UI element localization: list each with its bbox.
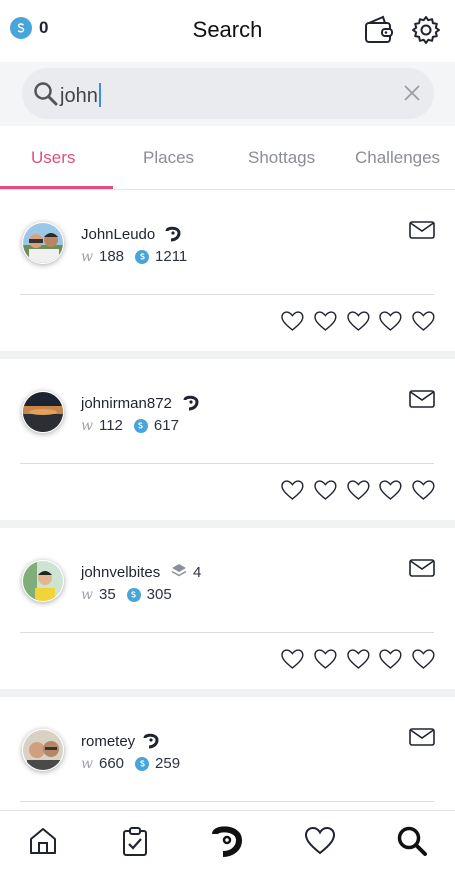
w-score: 35 [98,586,116,603]
active-tab-indicator [0,186,113,189]
user-results-list: JohnLeudo w 188 1211 johnirman872 w 112 … [0,190,455,858]
search-icon[interactable] [396,825,428,857]
avatar[interactable] [22,729,64,771]
rating-hearts [280,309,436,333]
coin-count: 1211 [155,248,188,265]
w-score-icon: w [81,248,93,265]
w-score-icon: w [81,417,93,434]
list-item[interactable]: johnirman872 w 112 617 [0,359,455,520]
coin-count: 259 [155,755,181,772]
wallet-icon[interactable] [363,14,395,46]
search-icon [34,82,58,106]
mail-icon[interactable] [409,221,435,239]
mail-icon[interactable] [409,390,435,408]
username[interactable]: JohnLeudo [81,226,155,243]
heart-icon[interactable] [346,647,371,671]
header: 0 Search [0,0,455,60]
text-cursor [98,83,101,107]
heart-icon[interactable] [280,647,305,671]
tab-challenges[interactable]: Challenges [355,148,440,168]
heart-icon[interactable] [313,309,338,333]
user-stats: w 35 305 [81,586,172,603]
shot-logo-icon [165,226,181,242]
coin-icon [135,756,150,771]
close-icon[interactable] [402,83,422,103]
rating-hearts [280,647,436,671]
heart-icon[interactable] [378,309,403,333]
home-icon[interactable] [27,825,59,857]
divider [20,632,434,633]
avatar[interactable] [22,391,64,433]
heart-icon[interactable] [378,647,403,671]
separator [0,520,455,528]
heart-icon[interactable] [411,647,436,671]
search-input-value: john [60,85,98,107]
avatar[interactable] [22,222,64,264]
divider [20,463,434,464]
shot-logo-icon [143,733,159,749]
heart-icon[interactable] [411,309,436,333]
heart-icon[interactable] [280,478,305,502]
coin-count: 305 [146,586,172,603]
heart-icon[interactable] [313,478,338,502]
coin-icon [135,249,150,264]
user-stats: w 660 259 [81,755,180,772]
clipboard-check-icon[interactable] [119,825,151,857]
bottom-nav [0,810,455,869]
username[interactable]: johnirman872 [81,395,172,412]
heart-icon[interactable] [313,647,338,671]
separator [0,689,455,697]
layers-icon [171,564,187,577]
list-item[interactable]: JohnLeudo w 188 1211 [0,190,455,351]
heart-icon[interactable] [411,478,436,502]
mail-icon[interactable] [409,559,435,577]
username[interactable]: rometey [81,733,135,750]
list-item[interactable]: johnvelbites 4 w 35 305 [0,528,455,689]
search-tabs: Users Places Shottags Challenges [0,126,455,190]
coin-icon [126,587,141,602]
divider [20,801,434,802]
divider [20,294,434,295]
search-input[interactable]: john [22,68,434,119]
w-score: 660 [98,755,125,772]
user-stats: w 188 1211 [81,248,187,265]
level-count: 4 [193,564,202,581]
mail-icon[interactable] [409,728,435,746]
coin-icon [133,418,148,433]
username[interactable]: johnvelbites [81,564,160,581]
w-score: 112 [98,417,123,434]
tab-places[interactable]: Places [143,148,194,168]
w-score: 188 [98,248,125,265]
coin-count: 617 [153,417,179,434]
rating-hearts [280,478,436,502]
separator [0,351,455,359]
avatar[interactable] [22,560,64,602]
heart-icon[interactable] [280,309,305,333]
heart-icon[interactable] [304,825,336,857]
w-score-icon: w [81,586,93,603]
heart-icon[interactable] [346,309,371,333]
user-stats: w 112 617 [81,417,179,434]
w-score-icon: w [81,755,93,772]
search-bar: john [0,62,455,126]
shot-logo-icon [183,395,199,411]
heart-icon[interactable] [346,478,371,502]
heart-icon[interactable] [378,478,403,502]
tab-shottags[interactable]: Shottags [248,148,315,168]
gear-icon[interactable] [410,14,442,46]
tab-users[interactable]: Users [31,148,75,168]
shot-logo-icon[interactable] [211,825,243,857]
